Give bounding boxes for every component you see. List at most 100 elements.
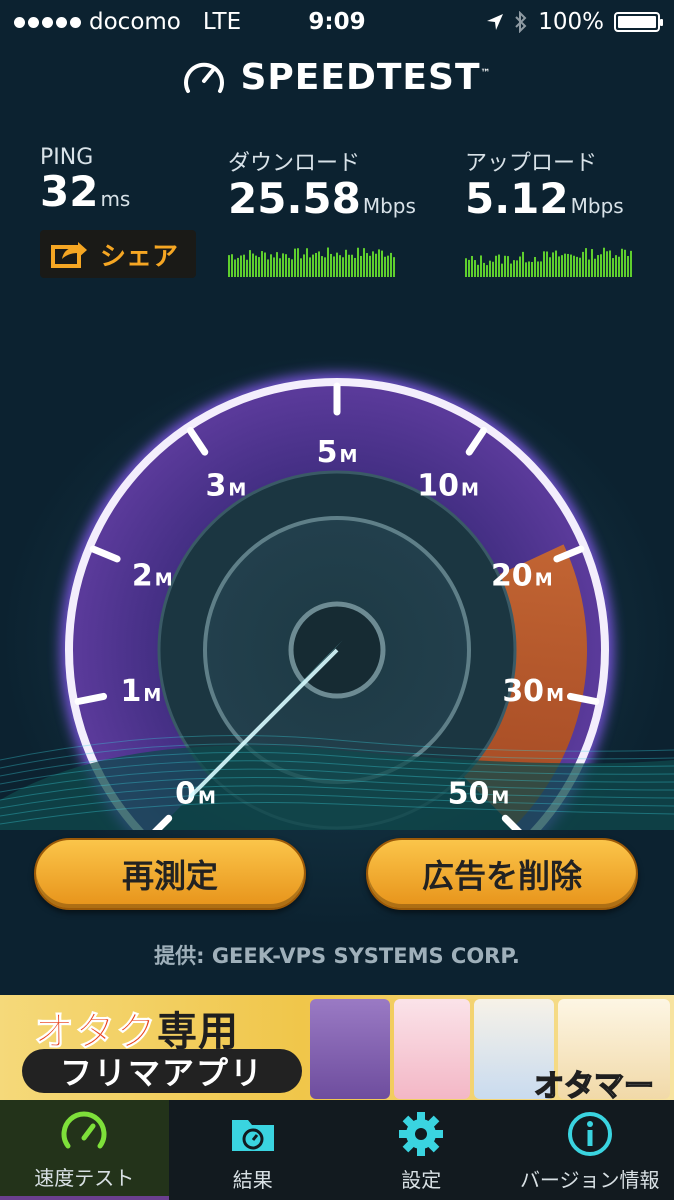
sparkline-bar [582,251,584,277]
sparkline-bar [609,250,611,277]
tab-results[interactable]: 結果 [169,1100,338,1200]
sparkline-bar [348,254,350,277]
sparkline-bar [360,255,362,277]
ad-character-image [310,999,390,1099]
sparkline-bar [555,250,557,277]
sparkline-bar [246,259,248,277]
sparkline-bar [471,255,473,277]
download-unit: Mbps [362,194,416,218]
sparkline-bar [327,247,329,277]
battery-percent: 100% [538,9,604,35]
sparkline-bar [594,258,596,277]
location-arrow-icon [487,14,504,30]
tab-speed-test[interactable]: 速度テスト [0,1100,169,1200]
tab-version-info[interactable]: バージョン情報 [506,1100,674,1200]
sparkline-bar [393,257,395,277]
tab-bar: 速度テスト 結果 設定 バージョン情報 [0,1100,674,1200]
gauge-tick [566,692,600,706]
share-button[interactable]: シェア [40,230,196,278]
sparkline-bar [516,260,518,277]
sparkline-bar [591,249,593,277]
sparkline-bar [321,256,323,277]
sparkline-bar [255,255,257,277]
sparkline-bar [237,257,239,277]
sparkline-bar [468,259,470,277]
sparkline-bar [312,254,314,277]
remove-ads-button[interactable]: 広告を削除 [366,838,638,910]
sparkline-bar [333,256,335,277]
download-label: ダウンロード [228,151,361,176]
sparkline-bar [480,255,482,277]
sparkline-bar [381,250,383,277]
battery-icon [614,12,663,32]
sparkline-bar [603,247,605,277]
sparkline-bar [558,256,560,277]
sparkline-bar [507,256,509,277]
sparkline-bar [297,248,299,277]
bluetooth-icon [515,11,527,33]
sparkline-bar [528,261,530,277]
sparkline-bar [498,254,500,277]
sparkline-bar [495,255,497,277]
sparkline-bar [465,258,467,277]
status-bar: docomo LTE 9:09 100% [0,0,674,44]
sparkline-bar [279,258,281,277]
upload-sparkline [465,247,632,277]
retest-button[interactable]: 再測定 [34,838,306,910]
sparkline-bar [318,251,320,277]
sparkline-bar [315,252,317,277]
sparkline-bar [477,264,479,277]
sparkline-bar [510,263,512,277]
sparkline-bar [624,249,626,277]
remove-ads-label: 広告を削除 [421,857,582,895]
ad-banner[interactable]: オタク専用 フリマアプリ オタマート [0,995,674,1100]
upload-label: アップロード [465,151,598,176]
sparkline-bar [378,249,380,277]
sparkline-bar [384,256,386,277]
sparkline-bar [243,254,245,277]
ad-character-image [394,999,470,1099]
sparkline-bar [552,252,554,277]
carrier-label: docomo [89,9,181,35]
sparkline-bar [372,251,374,277]
tab-settings[interactable]: 設定 [337,1100,506,1200]
sparkline-bar [630,250,632,277]
sparkline-bar [519,256,521,277]
tab-label: 設定 [401,1167,442,1192]
speedometer-logo-icon [184,62,225,93]
sparkline-bar [309,257,311,277]
sparkline-bar [357,247,359,277]
sparkline-bar [390,252,392,277]
gauge-icon [61,1111,107,1148]
sparkline-bar [228,255,230,277]
sparkline-bar [525,262,527,277]
sparkline-bar [300,258,302,277]
sparkline-bar [231,254,233,277]
sparkline-bar [363,248,365,277]
sparkline-bar [537,261,539,277]
gear-icon [399,1111,444,1156]
sparkline-bar [543,251,545,277]
sparkline-bar [504,255,506,277]
sparkline-bar [291,259,293,277]
sparkline-bar [306,248,308,277]
sparkline-bar [282,253,284,277]
download-sparkline [228,247,395,277]
sparkline-bar [252,253,254,277]
sparkline-bar [276,252,278,277]
sparkline-bar [354,257,356,277]
sparkline-bar [573,255,575,277]
ping-stat: PING 32 ms [40,145,130,214]
share-label: シェア [100,241,179,272]
sparkline-bar [366,253,368,277]
sparkline-bar [261,251,263,277]
upload-stat: アップロード 5.12 Mbps [465,145,632,277]
sparkline-bar [576,256,578,277]
tab-label: 速度テスト [34,1165,135,1190]
sparkline-bar [534,256,536,277]
sparkline-bar [546,251,548,277]
sparkline-bar [303,254,305,277]
gauge-tick [74,692,108,706]
sparkline-bar [612,258,614,277]
sparkline-bar [330,253,332,277]
